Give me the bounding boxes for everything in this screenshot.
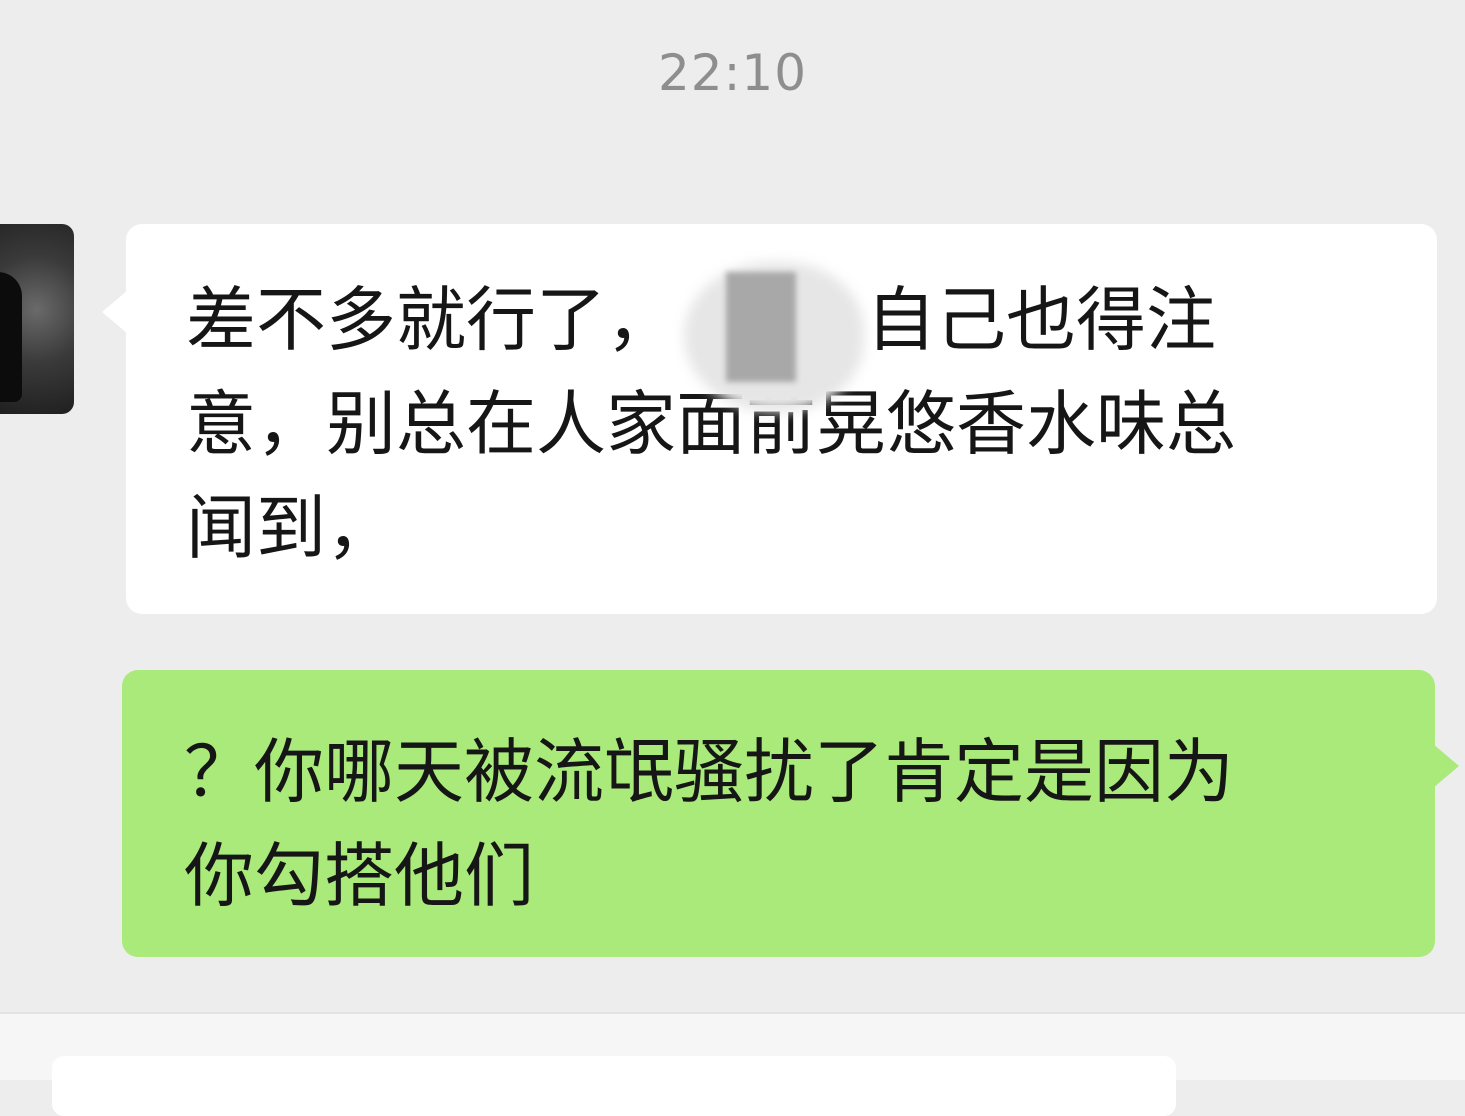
message-line: 差不多就行了， 自己也得注 [186, 262, 1387, 412]
chat-message-area[interactable]: 22:10 差不多就行了， 自己也得注 意，别总在人家面前晃悠香水味总 闻到， ？… [0, 0, 1465, 1012]
contact-avatar[interactable] [0, 224, 74, 414]
chat-input-bar [0, 1012, 1465, 1116]
message-text-part: 自己也得注 [866, 279, 1216, 361]
outgoing-message-bubble[interactable]: ？你哪天被流氓骚扰了肯定是因为 你勾搭他们 [122, 670, 1459, 957]
message-text-part: 差不多就行了， [186, 279, 676, 361]
message-timestamp: 22:10 [657, 44, 808, 102]
message-line: ？你哪天被流氓骚扰了肯定是因为 [184, 731, 1234, 813]
message-input-field[interactable] [52, 1056, 1176, 1116]
message-line: 你勾搭他们 [184, 835, 534, 917]
redacted-name-blur [676, 262, 866, 412]
incoming-message-bubble[interactable]: 差不多就行了， 自己也得注 意，别总在人家面前晃悠香水味总 闻到， [102, 224, 1437, 614]
message-line: 闻到， [186, 487, 396, 569]
avatar-silhouette [0, 272, 22, 402]
